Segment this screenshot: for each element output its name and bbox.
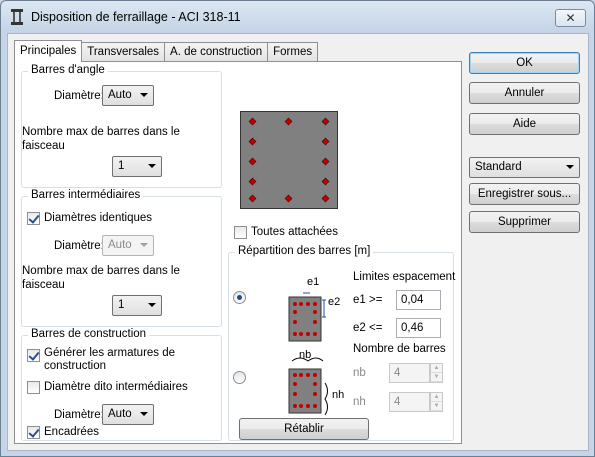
tab-formes[interactable]: Formes: [267, 42, 319, 62]
reset-button[interactable]: Rétablir: [239, 418, 369, 440]
dim-nb-label: nb: [299, 349, 312, 361]
chevron-down-icon: [140, 412, 148, 416]
help-button[interactable]: Aide: [469, 113, 580, 135]
preset-value: Standard: [475, 161, 522, 173]
preset-select[interactable]: Standard: [469, 157, 580, 178]
intermediate-bars-label: Barres intermédiaires: [28, 189, 144, 201]
corner-max-bars-select[interactable]: 1: [112, 156, 162, 177]
e1-input[interactable]: 0,04: [396, 290, 441, 310]
construction-diameter-select[interactable]: Auto: [102, 404, 154, 425]
save-as-button[interactable]: Enregistrer sous...: [469, 183, 580, 205]
construction-diameter-value: Auto: [108, 408, 132, 420]
identical-diameters-label: Diamètres identiques: [44, 212, 153, 224]
chevron-down-icon: [566, 165, 574, 169]
intermediate-max-bars-value: 1: [118, 299, 125, 311]
intermediate-max-bars-label: Nombre max de barres dans le faisceau: [22, 265, 180, 291]
e1-label: e1 >=: [353, 294, 383, 306]
tab-principales[interactable]: Principales: [14, 40, 83, 62]
corner-max-bars-label: Nombre max de barres dans le faisceau: [22, 126, 180, 152]
dialog-window: Disposition de ferraillage - ACI 318-11 …: [0, 0, 595, 457]
nh-spinner[interactable]: ▲ ▼: [430, 392, 443, 412]
tab-panel: Barres d'angle Diamètre: Auto Nombre max…: [14, 61, 462, 444]
spacing-radio[interactable]: [233, 291, 246, 304]
distribution-group: Répartition des barres [m] e1 e2 Limites…: [228, 245, 456, 441]
close-button[interactable]: ✕: [555, 9, 586, 27]
corner-diameter-value: Auto: [108, 89, 132, 101]
dim-e2-label: e2: [328, 296, 341, 308]
window-title: Disposition de ferraillage - ACI 318-11: [31, 10, 241, 24]
nh-input[interactable]: 4: [389, 392, 430, 412]
identical-diameters-checkbox[interactable]: [27, 212, 40, 225]
spin-up-icon: ▲: [431, 393, 442, 402]
nh-label: nh: [353, 396, 366, 408]
framed-label: Encadrées: [44, 426, 99, 438]
tab-construction[interactable]: A. de construction: [164, 42, 269, 62]
corner-bars-group: Barres d'angle Diamètre: Auto Nombre max…: [21, 64, 222, 188]
tab-transversales[interactable]: Transversales: [81, 42, 166, 62]
generate-construction-checkbox[interactable]: [27, 349, 40, 362]
corner-diameter-select[interactable]: Auto: [102, 85, 154, 106]
tab-strip: Principales Transversales A. de construc…: [14, 40, 319, 62]
dialog-client: Principales Transversales A. de construc…: [7, 33, 589, 451]
chevron-down-icon: [148, 164, 156, 168]
count-radio[interactable]: [233, 371, 246, 384]
intermediate-diameter-value: Auto: [108, 239, 132, 251]
close-icon: ✕: [565, 11, 576, 25]
ditto-diameter-checkbox[interactable]: [27, 381, 40, 394]
distribution-label: Répartition des barres [m]: [235, 245, 374, 257]
e2-input[interactable]: 0,46: [396, 318, 441, 338]
intermediate-max-bars-select[interactable]: 1: [112, 295, 162, 316]
chevron-down-icon: [148, 303, 156, 307]
ditto-diameter-label: Diamètre dito intermédiaires: [44, 381, 188, 393]
construction-bars-label: Barres de construction: [28, 328, 150, 340]
intermediate-bars-group: Barres intermédiaires Diamètres identiqu…: [21, 189, 222, 327]
e2-label: e2 <=: [353, 322, 383, 334]
spin-down-icon: ▼: [431, 373, 442, 382]
cancel-button[interactable]: Annuler: [469, 82, 580, 104]
intermediate-diameter-select[interactable]: Auto: [102, 235, 154, 256]
title-bar: Disposition de ferraillage - ACI 318-11 …: [1, 1, 594, 33]
construction-bars-group: Barres de construction Générer les armat…: [21, 328, 222, 441]
nb-spinner[interactable]: ▲ ▼: [430, 363, 443, 383]
nb-label: nb: [353, 367, 366, 379]
corner-max-bars-value: 1: [118, 160, 125, 172]
spacing-limits-label: Limites espacement: [353, 271, 456, 283]
bar-count-label: Nombre de barres: [353, 343, 446, 355]
chevron-down-icon: [140, 93, 148, 97]
corner-bars-label: Barres d'angle: [28, 64, 108, 76]
intermediate-diameter-label: Diamètre:: [54, 240, 104, 252]
corner-diameter-label: Diamètre:: [54, 90, 104, 102]
dim-e1-label: e1: [307, 276, 320, 288]
section-preview: [240, 111, 338, 209]
nb-input[interactable]: 4: [389, 363, 430, 383]
ok-button[interactable]: OK: [469, 52, 580, 74]
delete-button[interactable]: Supprimer: [469, 211, 580, 233]
dim-nh-label: nh: [332, 389, 345, 401]
chevron-down-icon: [140, 243, 148, 247]
all-tied-label: Toutes attachées: [251, 226, 338, 238]
construction-diameter-label: Diamètre:: [54, 409, 104, 421]
generate-construction-label: Générer les armatures de construction: [44, 347, 176, 372]
spin-up-icon: ▲: [431, 364, 442, 373]
spin-down-icon: ▼: [431, 402, 442, 411]
app-icon: [11, 9, 23, 25]
all-tied-checkbox[interactable]: [234, 226, 247, 239]
framed-checkbox[interactable]: [27, 426, 40, 439]
